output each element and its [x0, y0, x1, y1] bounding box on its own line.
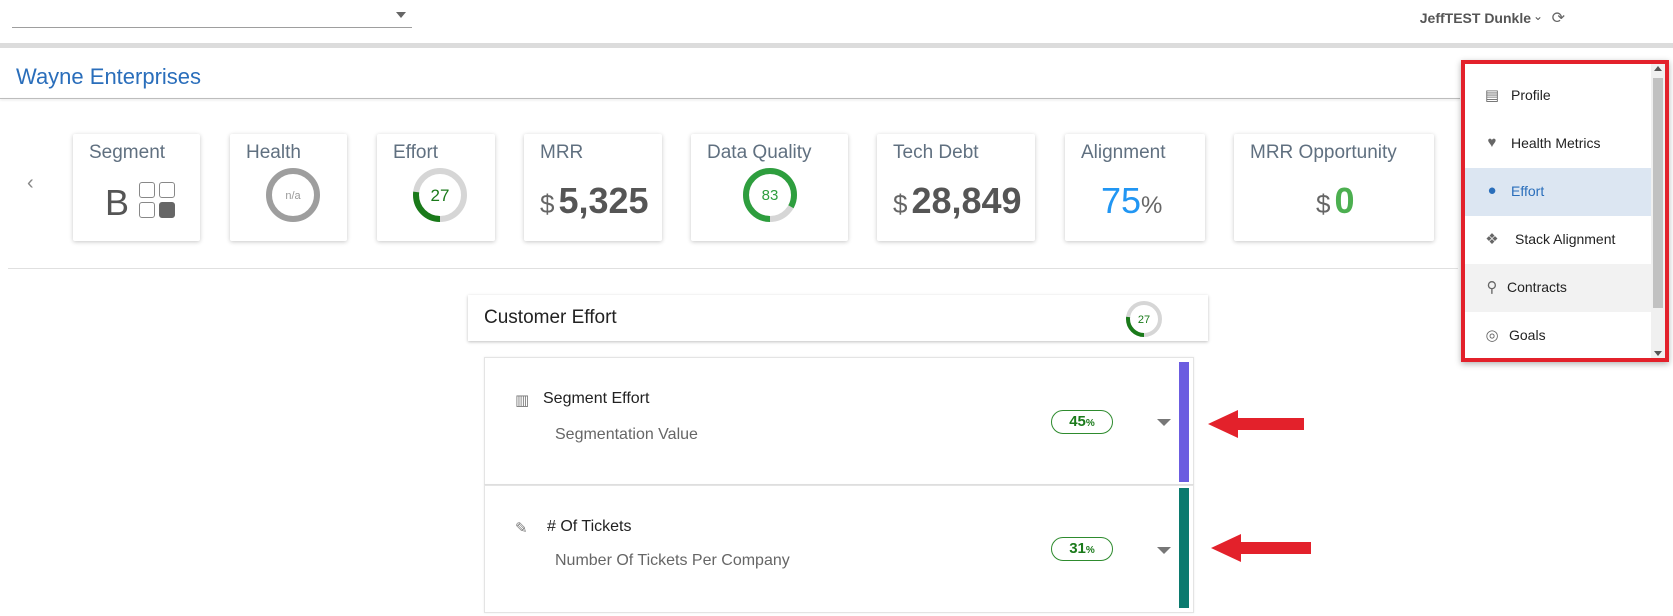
company-divider: [0, 98, 1460, 99]
account-select[interactable]: [12, 6, 412, 28]
percent-badge: 31%: [1051, 537, 1113, 561]
mrr-opportunity-amount: 0: [1334, 180, 1355, 221]
alignment-amount: 75: [1101, 180, 1142, 221]
annotation-arrow-2: [1211, 534, 1311, 562]
segment-grid-icon: [139, 182, 177, 220]
effort-value: 27: [431, 186, 450, 205]
mrr-card[interactable]: MRR $5,325: [524, 134, 662, 241]
building-icon: ▥: [515, 392, 530, 409]
mrr-opportunity-currency: $: [1316, 189, 1331, 219]
row-title: Segment Effort: [543, 390, 650, 407]
percent-unit: %: [1085, 545, 1095, 556]
company-title: Wayne Enterprises: [16, 64, 202, 89]
tech-debt-currency: $: [893, 189, 908, 219]
data-quality-value: 83: [762, 187, 779, 204]
menu-item-label: Profile: [1511, 87, 1551, 103]
ticket-icon: ✎: [515, 520, 528, 537]
expand-caret-icon[interactable]: [1157, 419, 1171, 426]
data-quality-label: Data Quality: [707, 142, 812, 163]
health-card[interactable]: Health n/a: [230, 134, 347, 241]
mrr-label: MRR: [540, 142, 584, 163]
mrr-amount: 5,325: [558, 180, 649, 221]
tech-debt-label: Tech Debt: [893, 142, 979, 163]
customer-effort-score: 27: [1138, 314, 1150, 326]
health-ring: n/a: [266, 168, 320, 222]
heartbeat-icon: ♥: [1487, 134, 1497, 151]
carousel-prev-button[interactable]: ‹: [27, 172, 34, 195]
caret-down-icon[interactable]: [396, 12, 406, 18]
target-icon: ◎: [1485, 327, 1499, 344]
effort-row-tickets[interactable]: ✎ # Of Tickets Number Of Tickets Per Com…: [484, 485, 1194, 613]
customer-effort-header: Customer Effort 27: [468, 295, 1208, 341]
percent-value: 45: [1069, 413, 1086, 430]
menu-item-label: Stack Alignment: [1515, 231, 1616, 247]
menu-item-label: Effort: [1511, 183, 1545, 199]
tech-debt-value: $28,849: [893, 180, 1022, 222]
tech-debt-card[interactable]: Tech Debt $28,849: [877, 134, 1035, 241]
menu-item-goals[interactable]: ◎ Goals: [1465, 312, 1653, 360]
mrr-currency: $: [540, 189, 555, 219]
tech-debt-amount: 28,849: [911, 180, 1022, 221]
menu-scrollbar[interactable]: [1651, 64, 1665, 358]
customer-effort-ring: 27: [1126, 301, 1162, 337]
section-menu-dropdown: ▤ Profile ♥ Health Metrics ● Effort ❖ St…: [1461, 60, 1669, 362]
row-title: # Of Tickets: [547, 518, 632, 535]
percent-value: 31: [1069, 540, 1086, 557]
segment-value: B: [105, 182, 130, 223]
id-card-icon: ▤: [1484, 87, 1500, 104]
chevron-down-icon[interactable]: ⌄: [1533, 9, 1543, 23]
paperclip-icon: ⚲: [1486, 279, 1498, 296]
segment-label: Segment: [89, 142, 166, 163]
section-divider: [8, 268, 1458, 269]
menu-item-label: Health Metrics: [1511, 135, 1601, 151]
effort-ring: 27: [413, 168, 467, 222]
mrr-opportunity-card[interactable]: MRR Opportunity $0: [1234, 134, 1434, 241]
cubes-icon: ❖: [1485, 231, 1499, 248]
menu-item-label: Goals: [1509, 327, 1546, 343]
menu-item-effort[interactable]: ● Effort: [1465, 168, 1653, 216]
effort-row-segment[interactable]: ▥ Segment Effort Segmentation Value 45%: [484, 357, 1194, 485]
effort-card[interactable]: Effort 27: [377, 134, 495, 241]
user-menu[interactable]: JeffTEST Dunkle: [1420, 10, 1531, 26]
percent-unit: %: [1085, 418, 1095, 429]
health-label: Health: [246, 142, 301, 163]
refresh-icon[interactable]: ⟳: [1552, 8, 1565, 28]
row-color-bar: [1179, 362, 1189, 482]
row-subtitle: Segmentation Value: [555, 426, 698, 443]
expand-caret-icon[interactable]: [1157, 547, 1171, 554]
mrr-opportunity-value: $0: [1316, 180, 1355, 222]
row-subtitle: Number Of Tickets Per Company: [555, 552, 790, 569]
rebel-icon: ●: [1487, 182, 1497, 199]
menu-item-stack-alignment[interactable]: ❖ Stack Alignment: [1465, 216, 1653, 264]
alignment-card[interactable]: Alignment 75%: [1065, 134, 1205, 241]
annotation-arrow-1: [1208, 410, 1304, 438]
segment-card[interactable]: Segment B: [73, 134, 200, 241]
percent-badge: 45%: [1051, 410, 1113, 434]
menu-item-label: Contracts: [1507, 279, 1567, 295]
alignment-label: Alignment: [1081, 142, 1166, 163]
mrr-value: $5,325: [540, 180, 649, 222]
alignment-value: 75%: [1101, 180, 1162, 222]
effort-label: Effort: [393, 142, 439, 163]
scrollbar-thumb[interactable]: [1653, 78, 1663, 308]
mrr-opportunity-label: MRR Opportunity: [1250, 142, 1397, 163]
health-value: n/a: [285, 190, 301, 202]
top-bar-divider: [0, 43, 1673, 48]
alignment-unit: %: [1141, 192, 1163, 219]
menu-item-profile[interactable]: ▤ Profile: [1465, 72, 1653, 120]
customer-effort-title: Customer Effort: [484, 307, 617, 328]
scroll-up-icon[interactable]: [1654, 66, 1662, 71]
menu-item-health-metrics[interactable]: ♥ Health Metrics: [1465, 120, 1653, 168]
data-quality-card[interactable]: Data Quality 83: [691, 134, 848, 241]
top-bar: JeffTEST Dunkle ⌄ ⟳: [0, 0, 1673, 43]
menu-item-contracts[interactable]: ⚲ Contracts: [1465, 264, 1653, 312]
scroll-down-icon[interactable]: [1654, 351, 1662, 356]
row-color-bar: [1179, 488, 1189, 608]
data-quality-ring: 83: [743, 168, 797, 222]
